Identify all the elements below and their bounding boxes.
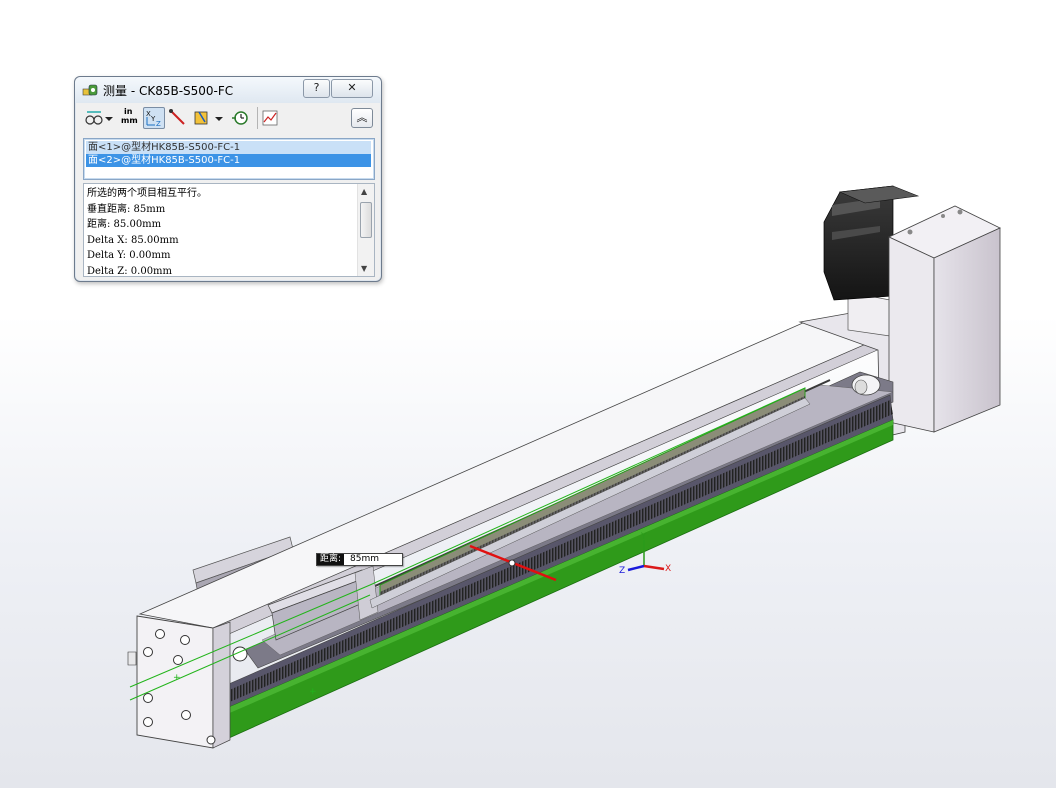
results-text: 所选的两个项目相互平行。 垂直距离: 85mm 距离: 85.00mm Delt… bbox=[87, 186, 355, 277]
measure-tool-icon bbox=[82, 84, 98, 96]
triad-x-label: X bbox=[665, 564, 672, 574]
result-line: Delta Z: 0.00mm bbox=[87, 265, 173, 277]
result-line: Delta Y: 0.00mm bbox=[87, 250, 171, 262]
units-inch-label: in bbox=[124, 107, 133, 116]
selection-item[interactable]: 面<1>@型材HK85B-S500-FC-1 bbox=[86, 141, 371, 154]
scroll-up-icon[interactable]: ▲ bbox=[361, 187, 367, 196]
result-line: 所选的两个项目相互平行。 bbox=[87, 188, 207, 199]
measure-history-icon[interactable] bbox=[229, 107, 251, 129]
distance-callout: 距离: 85mm bbox=[316, 553, 404, 566]
result-line: 距离: 85.00mm bbox=[87, 219, 162, 231]
selection-list[interactable]: 面<1>@型材HK85B-S500-FC-1 面<2>@型材HK85B-S500… bbox=[83, 138, 375, 180]
help-button[interactable]: ? bbox=[303, 79, 330, 98]
distance-callout-value: 85mm bbox=[344, 554, 403, 565]
chevron-down-icon[interactable] bbox=[103, 107, 115, 129]
collapse-button[interactable]: ︽ bbox=[351, 108, 373, 128]
close-button[interactable]: ✕ bbox=[331, 79, 373, 98]
point-to-point-icon[interactable] bbox=[167, 107, 189, 129]
units-precision-button[interactable]: in mm bbox=[119, 107, 141, 129]
projection-icon[interactable] bbox=[191, 107, 213, 129]
dialog-title: 测量 - CK85B-S500-FC bbox=[103, 84, 234, 98]
results-scrollbar[interactable]: ▲ ▼ bbox=[357, 184, 374, 276]
distance-callout-label: 距离: bbox=[317, 554, 345, 565]
measure-toolbar: in mm X Y Z ︽ bbox=[81, 107, 375, 131]
selection-item[interactable]: 面<2>@型材HK85B-S500-FC-1 bbox=[86, 154, 371, 167]
triad-z-label: Z bbox=[619, 566, 626, 576]
scroll-down-icon[interactable]: ▼ bbox=[361, 264, 367, 273]
arc-circle-measure-icon[interactable] bbox=[83, 107, 105, 129]
svg-text:+: + bbox=[173, 673, 181, 683]
triad-y-label: Y bbox=[641, 532, 647, 542]
units-mm-label: mm bbox=[121, 116, 138, 125]
scroll-thumb[interactable] bbox=[360, 202, 372, 238]
measure-dialog[interactable]: 测量 - CK85B-S500-FC ? ✕ in mm X Y Z ︽ 面<1… bbox=[74, 76, 382, 282]
result-line: 垂直距离: 85mm bbox=[87, 203, 166, 215]
chevron-down-icon[interactable] bbox=[213, 107, 225, 129]
sensor-chart-icon[interactable] bbox=[257, 107, 282, 129]
measure-results: 所选的两个项目相互平行。 垂直距离: 85mm 距离: 85.00mm Delt… bbox=[83, 183, 375, 277]
dialog-titlebar[interactable]: 测量 - CK85B-S500-FC ? ✕ bbox=[75, 77, 381, 103]
xyz-measure-icon[interactable]: X Y Z bbox=[143, 107, 165, 129]
svg-text:+: + bbox=[309, 687, 317, 697]
svg-text:Z: Z bbox=[156, 120, 161, 128]
result-line: Delta X: 85.00mm bbox=[87, 234, 179, 246]
